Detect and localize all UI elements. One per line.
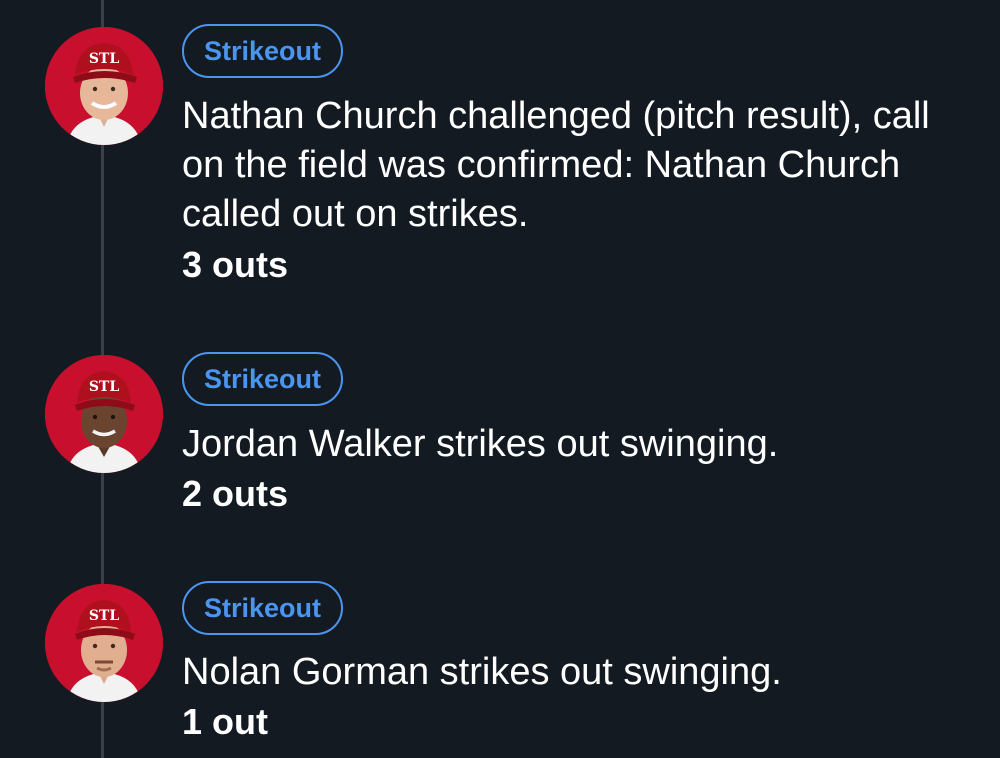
outs-count: 2 outs	[182, 473, 289, 514]
player-avatar[interactable]: STL	[45, 355, 163, 473]
svg-text:STL: STL	[89, 608, 120, 624]
player-avatar[interactable]: STL	[45, 27, 163, 145]
play-description: Nathan Church challenged (pitch result),…	[182, 95, 930, 235]
player-headshot-icon: STL	[45, 355, 163, 473]
strikeout-badge[interactable]: Strikeout	[182, 581, 344, 635]
play-description: Nolan Gorman strikes out swinging.	[182, 651, 782, 693]
outs-count: 3 outs	[182, 244, 289, 285]
player-headshot-icon: STL	[45, 584, 163, 702]
player-avatar[interactable]: STL	[45, 584, 163, 702]
svg-text:STL: STL	[89, 51, 120, 67]
play-description: Jordan Walker strikes out swinging.	[182, 423, 779, 465]
strikeout-badge[interactable]: Strikeout	[182, 352, 344, 406]
player-headshot-icon: STL	[45, 27, 163, 145]
outs-count: 1 out	[182, 701, 268, 742]
strikeout-badge[interactable]: Strikeout	[182, 24, 344, 78]
svg-text:STL: STL	[89, 379, 120, 395]
